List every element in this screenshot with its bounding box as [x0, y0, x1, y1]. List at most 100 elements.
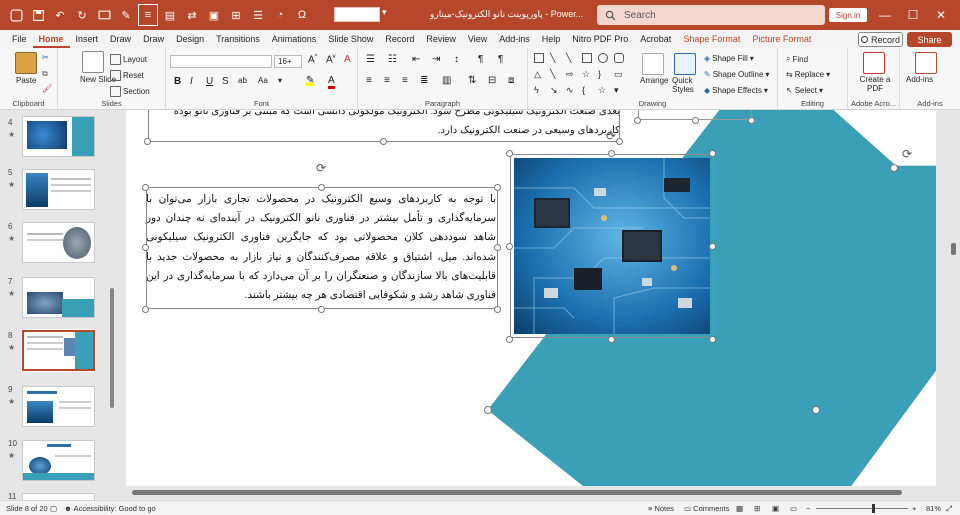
accessibility-status[interactable]: ☻ Accessibility: Good to go [64, 504, 156, 513]
normal-view-icon[interactable]: ▦ [736, 504, 743, 513]
underline-button[interactable]: U [206, 76, 213, 87]
rotate-handle-icon[interactable]: ⟳ [902, 148, 914, 160]
slideshow-icon[interactable]: ▭ [790, 504, 797, 513]
zoom-slider-thumb[interactable] [872, 504, 875, 513]
resize-handle[interactable] [692, 117, 699, 124]
resize-handle[interactable] [709, 336, 716, 343]
close-icon[interactable]: ✕ [930, 5, 952, 25]
numbering-icon[interactable]: ☷ [388, 54, 397, 65]
tab-acrobat[interactable]: Acrobat [634, 30, 677, 48]
zoom-level[interactable]: 81% [926, 504, 941, 513]
quick-styles-icon[interactable] [674, 53, 696, 75]
case-dropdown-icon[interactable]: ▾ [278, 76, 282, 85]
tab-transitions[interactable]: Transitions [210, 30, 266, 48]
shape-curve-icon[interactable]: ∿ [566, 85, 576, 95]
line-spacing-icon[interactable]: ↕ [454, 54, 459, 65]
paste-button[interactable]: Paste [16, 76, 36, 85]
tab-nitro[interactable]: Nitro PDF Pro [566, 30, 634, 48]
shape-more-icon[interactable]: ▾ [614, 85, 624, 95]
grow-font-icon[interactable]: A^ [308, 54, 318, 65]
resize-handle[interactable] [494, 244, 501, 251]
autosave-icon[interactable] [6, 4, 26, 26]
align-right-icon[interactable]: ≡ [402, 75, 408, 86]
symbol-icon[interactable]: Ω [292, 4, 312, 26]
resize-handle[interactable] [608, 150, 615, 157]
tab-shape-format[interactable]: Shape Format [677, 30, 746, 48]
slide-thumbnail-9[interactable] [22, 386, 95, 427]
reset-button[interactable]: Reset [110, 70, 144, 81]
change-case-icon[interactable]: Aa [258, 76, 268, 85]
bullets-icon[interactable]: ☰ [248, 4, 268, 26]
copy-icon[interactable]: ⧉ [42, 69, 48, 79]
slide-thumbnail-4[interactable] [22, 116, 95, 157]
sign-in-button[interactable]: Sign in [829, 8, 867, 22]
tab-help[interactable]: Help [536, 30, 567, 48]
shape-brace-icon[interactable]: { [582, 85, 592, 95]
slide-thumbnail-7[interactable] [22, 277, 95, 318]
quick-font-box[interactable] [334, 7, 380, 22]
resize-handle[interactable] [142, 184, 149, 191]
format-painter-icon[interactable]: ✎ [116, 4, 136, 26]
shape-star-icon[interactable]: ☆ [582, 69, 592, 79]
shape-arrow-icon[interactable]: ↘ [550, 85, 560, 95]
font-name-dropdown[interactable] [170, 55, 272, 68]
table-icon[interactable]: ⊞ [226, 4, 246, 26]
notes-button[interactable]: ≡ Notes [648, 504, 674, 513]
resize-handle[interactable] [634, 117, 641, 124]
chevron-down-icon[interactable]: ▾ [382, 7, 387, 18]
shape-oval-icon[interactable] [598, 53, 608, 63]
tab-file[interactable]: File [0, 30, 33, 48]
resize-handle[interactable] [380, 138, 387, 145]
decrease-indent-icon[interactable]: ⇤ [412, 54, 420, 65]
rtl-icon[interactable]: ¶ [478, 54, 483, 65]
thumbnail-scrollbar[interactable] [110, 288, 114, 408]
zoom-in-icon[interactable]: + [912, 504, 916, 513]
bullets-icon[interactable]: ☰ [366, 54, 375, 65]
font-size-dropdown[interactable]: 16+ [274, 55, 302, 68]
new-slide-icon[interactable] [82, 51, 104, 73]
align-text-icon[interactable]: ⊟ [488, 75, 496, 86]
vertical-scrollbar[interactable] [951, 243, 956, 255]
shape-arrow2-icon[interactable]: ⇨ [566, 69, 576, 79]
maximize-icon[interactable]: ☐ [902, 5, 924, 25]
justify-icon[interactable]: ≣ [420, 75, 428, 86]
layout-icon[interactable]: ▤ [160, 4, 180, 26]
highlight-icon[interactable]: ✎ [306, 75, 315, 86]
tab-design[interactable]: Design [170, 30, 210, 48]
resize-handle[interactable] [709, 150, 716, 157]
add-ins-button[interactable]: Add-ins [906, 75, 933, 84]
slide-thumbnail-11[interactable] [22, 493, 95, 500]
slide-thumbnail-6[interactable] [22, 222, 95, 263]
strikethrough-button[interactable]: S [222, 76, 229, 87]
present-icon[interactable] [94, 4, 114, 26]
tab-view[interactable]: View [462, 30, 493, 48]
tab-review[interactable]: Review [420, 30, 462, 48]
replace-button[interactable]: ⇆ Replace ▾ [786, 70, 830, 79]
fit-slide-icon[interactable]: ⤢ [946, 504, 952, 514]
redo-icon[interactable]: ↻ [72, 4, 92, 26]
shape-triangle-icon[interactable]: △ [534, 69, 544, 79]
shape-line3-icon[interactable]: ╲ [566, 53, 576, 63]
shapes-icon[interactable]: ◔ [270, 4, 290, 26]
bold-button[interactable]: B [174, 76, 181, 87]
resize-handle[interactable] [608, 336, 615, 343]
resize-handle[interactable] [494, 184, 501, 191]
minimize-icon[interactable]: — [874, 5, 896, 25]
shape-roundrect-icon[interactable] [614, 53, 624, 63]
resize-handle[interactable] [748, 117, 755, 124]
shape-line-icon[interactable]: ╲ [550, 53, 560, 63]
ltr-icon[interactable]: ¶ [498, 54, 503, 65]
align-center-icon[interactable]: ≡ [384, 75, 390, 86]
reading-view-icon[interactable]: ▣ [772, 504, 779, 513]
cut-icon[interactable]: ✂ [42, 53, 49, 62]
shape-block-icon[interactable]: ▭ [614, 69, 624, 79]
shape-effects-button[interactable]: ◆ Shape Effects ▾ [704, 86, 768, 95]
paste-icon[interactable] [15, 52, 37, 74]
increase-indent-icon[interactable]: ⇥ [432, 54, 440, 65]
zoom-out-icon[interactable]: − [806, 504, 810, 513]
resize-handle[interactable] [144, 138, 151, 145]
resize-handle[interactable] [318, 306, 325, 313]
arrange-icon[interactable] [642, 53, 664, 75]
horizontal-scrollbar[interactable] [132, 490, 902, 495]
quick-styles-button[interactable]: Quick Styles [672, 76, 702, 94]
